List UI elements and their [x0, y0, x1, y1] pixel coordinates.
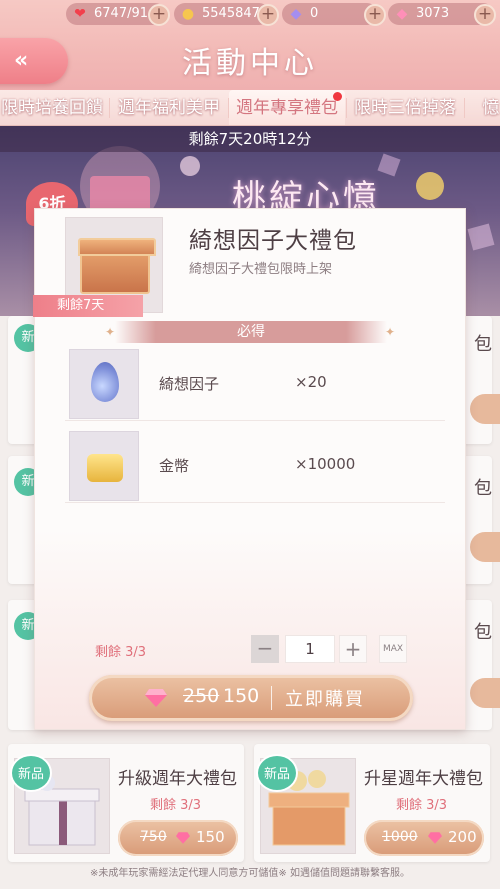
footer-disclaimer: ※未成年玩家需經法定代理人同意方可儲值※ 如遇儲值問題請聯繫客服。: [90, 868, 410, 879]
pink-gem-value: 3073: [416, 6, 450, 21]
product-name-fragment: 包: [474, 622, 492, 643]
page-title: 活動中心: [182, 46, 318, 81]
tab-training-rebate[interactable]: 限時培養回饋: [0, 90, 108, 125]
pink-gem-icon: [176, 832, 190, 844]
gift-chest-icon: [78, 238, 156, 294]
sparkle-icon: ✦: [105, 325, 116, 339]
purchase-limit: 剩餘 3/3: [396, 798, 448, 813]
reward-item-qty: ×10000: [295, 455, 356, 473]
sparkle-icon: ✦: [385, 325, 396, 339]
product-card-upgrade[interactable]: 新品 升級週年大禮包 剩餘 3/3 750 150: [8, 744, 244, 862]
tab-bar: 限時培養回饋 週年福利美甲 週年專享禮包 限時三倍掉落 憶: [0, 90, 500, 126]
tab-anniversary-gift[interactable]: 週年專享禮包: [229, 90, 345, 125]
original-price: 250: [183, 685, 220, 707]
buy-now-label: 立即購買: [285, 689, 365, 710]
gold-coin-icon: [87, 454, 123, 482]
product-name: 升級週年大禮包: [118, 769, 237, 789]
reward-item-image[interactable]: [69, 431, 139, 501]
new-product-tag: 新品: [10, 754, 52, 792]
fantasy-factor-drop-icon: [91, 362, 119, 402]
product-name: 升星週年大禮包: [364, 769, 483, 789]
buy-button[interactable]: [470, 394, 500, 424]
buy-now-button[interactable]: 250 150 立即購買: [89, 675, 413, 721]
quantity-stepper: − 1 + MAX: [35, 635, 467, 663]
discount-price: 200: [448, 828, 477, 846]
stamina-value: 6747/91: [94, 6, 149, 21]
purchase-limit: 剩餘 3/3: [150, 798, 202, 813]
add-stamina-button[interactable]: +: [148, 4, 170, 26]
pink-gem-icon: [428, 832, 442, 844]
pink-gem-icon: [145, 689, 167, 707]
heart-icon: ❤: [74, 6, 86, 22]
buy-button[interactable]: 750 150: [118, 820, 238, 856]
tab-anniversary-nails[interactable]: 週年福利美甲: [111, 90, 227, 125]
tab-divider: [109, 98, 110, 118]
guaranteed-header: 必得: [115, 321, 387, 343]
reward-item-name: 綺想因子: [159, 375, 220, 393]
buy-button[interactable]: [470, 532, 500, 562]
product-name-fragment: 包: [474, 334, 492, 355]
add-coin-button[interactable]: +: [257, 4, 279, 26]
header-bar: ❤ 6747/91 + ● 5545847 + ◆ 0 + ◆ 3073 + «…: [0, 0, 500, 90]
max-quantity-button[interactable]: MAX: [379, 635, 407, 663]
coin-value: 5545847: [202, 6, 260, 21]
quantity-input[interactable]: 1: [285, 635, 335, 663]
reward-item-image[interactable]: [69, 349, 139, 419]
price-divider: [271, 686, 272, 710]
reward-row: 綺想因子 ×20: [65, 349, 445, 421]
new-product-tag: 新品: [256, 754, 298, 792]
original-price: 1000: [382, 829, 418, 845]
tab-divider: [464, 98, 465, 118]
tab-memory[interactable]: 憶: [476, 90, 500, 125]
dialog-subtitle: 綺想因子大禮包限時上架: [189, 262, 333, 277]
buy-button[interactable]: [470, 678, 500, 708]
event-countdown: 剩餘7天20時12分: [0, 126, 500, 152]
dialog-title: 綺想因子大禮包: [189, 228, 357, 254]
coin-counter: ● 5545847: [174, 3, 270, 25]
discount-price: 150: [196, 828, 225, 846]
purple-gem-value: 0: [310, 6, 319, 21]
reward-row: 金幣 ×10000: [65, 431, 445, 503]
original-price: 750: [140, 829, 167, 845]
purple-gem-icon: ◆: [290, 6, 302, 22]
increase-quantity-button[interactable]: +: [339, 635, 367, 663]
resource-bar: ❤ 6747/91 + ● 5545847 + ◆ 0 + ◆ 3073 +: [0, 3, 500, 27]
decrease-quantity-button[interactable]: −: [251, 635, 279, 663]
pink-gem-icon: ◆: [396, 6, 408, 22]
tab-triple-drop[interactable]: 限時三倍掉落: [347, 90, 463, 125]
reward-item-qty: ×20: [295, 373, 327, 391]
add-pink-gem-button[interactable]: +: [474, 4, 496, 26]
cat-coin-icon: ●: [181, 6, 195, 22]
time-remaining-ribbon: 剩餘7天: [33, 295, 143, 317]
buy-button[interactable]: 1000 200: [364, 820, 484, 856]
add-purple-gem-button[interactable]: +: [364, 4, 386, 26]
product-name-fragment: 包: [474, 478, 492, 499]
discount-price: 150: [223, 685, 260, 707]
reward-item-name: 金幣: [159, 457, 190, 475]
product-card-star-up[interactable]: 新品 升星週年大禮包 剩餘 3/3 1000 200: [254, 744, 490, 862]
notification-dot: [333, 92, 342, 101]
gift-pack-dialog: 綺想因子大禮包 綺想因子大禮包限時上架 剩餘7天 ✦ 必得 ✦ 綺想因子 ×20…: [33, 208, 467, 730]
